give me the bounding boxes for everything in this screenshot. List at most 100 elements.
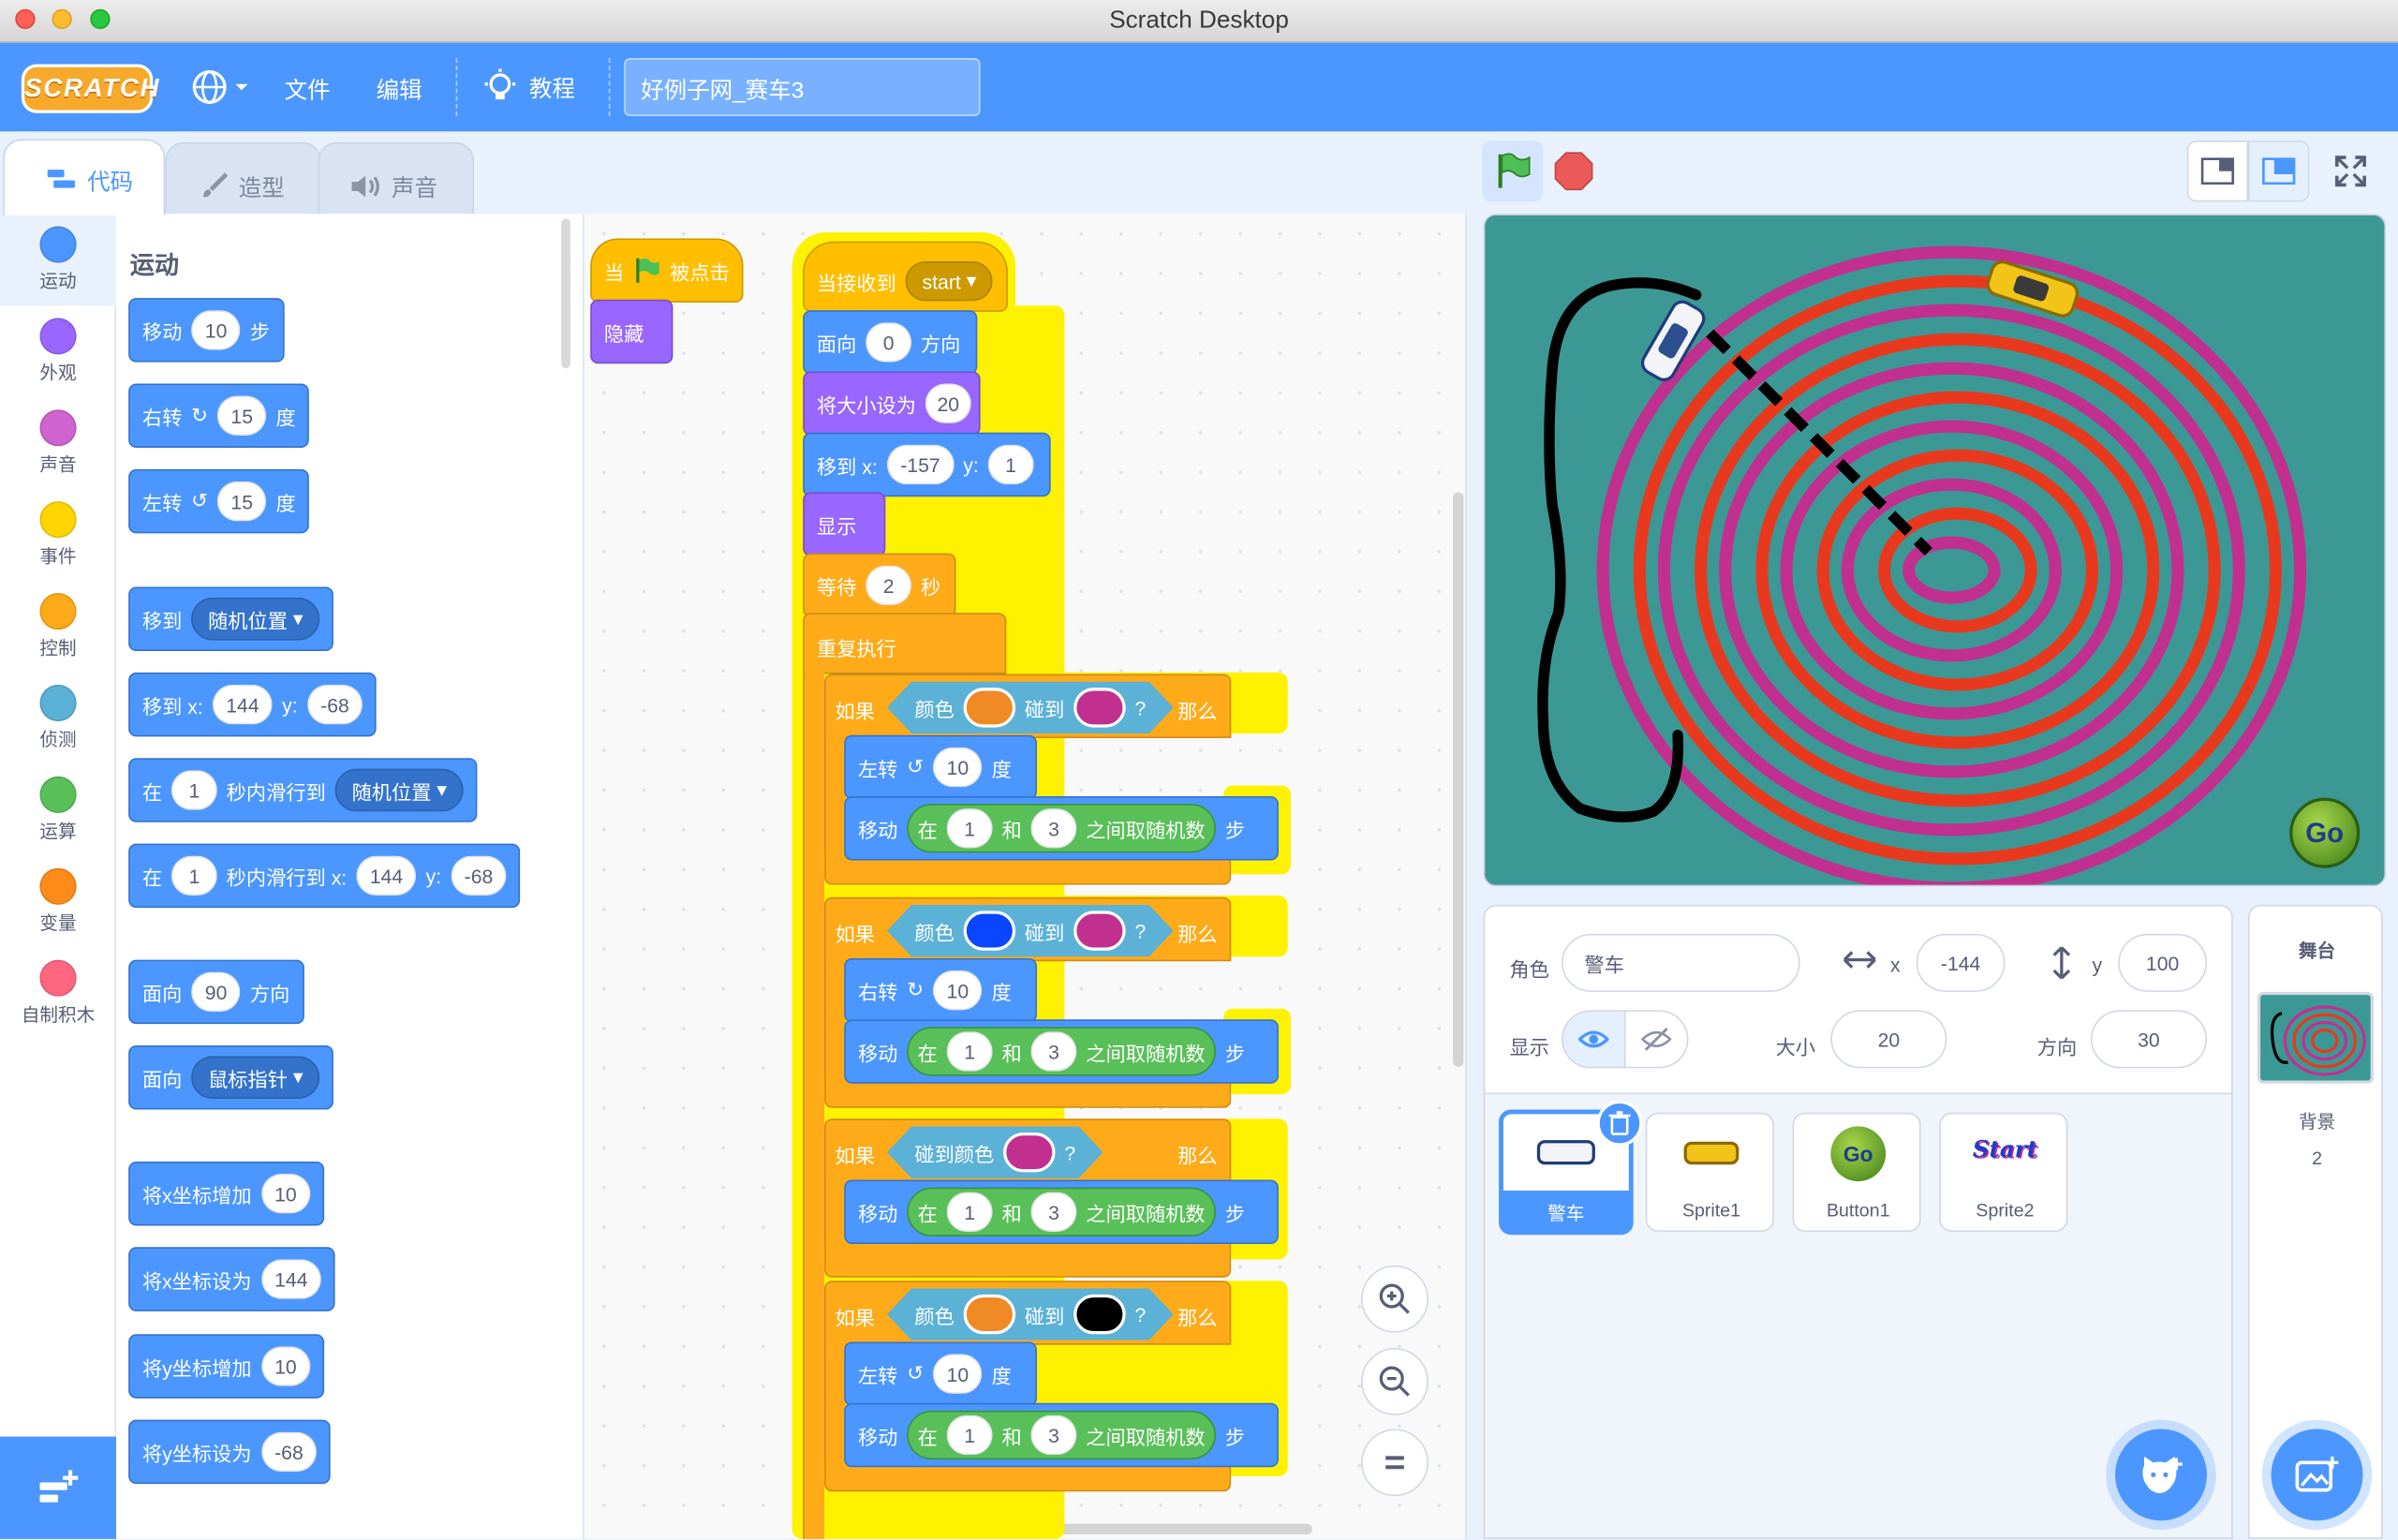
steps-input[interactable]: 10 bbox=[191, 310, 242, 350]
from-input[interactable]: 1 bbox=[946, 1414, 993, 1456]
green-flag-button[interactable] bbox=[1482, 141, 1544, 202]
language-menu[interactable] bbox=[189, 67, 254, 107]
tab-code[interactable]: 代码 bbox=[3, 139, 166, 216]
delete-sprite-button[interactable] bbox=[1596, 1100, 1643, 1147]
pick-random-operator[interactable]: 在 1 和 3 之间取随机数 bbox=[907, 1187, 1217, 1236]
project-title-input[interactable]: 好例子网_赛车3 bbox=[624, 57, 981, 116]
block-set-y[interactable]: 将y坐标设为 -68 bbox=[128, 1419, 332, 1485]
block-turn-left[interactable]: 左转 ↺ 10 度 bbox=[844, 734, 1037, 800]
x-input[interactable]: -144 bbox=[1916, 933, 2006, 992]
direction-input[interactable]: 0 bbox=[866, 322, 912, 363]
block-goto-target[interactable]: 移到 随机位置 ▾ bbox=[128, 586, 334, 652]
block-hide[interactable]: 隐藏 bbox=[590, 299, 674, 364]
to-input[interactable]: 3 bbox=[1030, 1414, 1077, 1456]
block-turn-right[interactable]: 右转 ↻ 15 度 bbox=[128, 383, 310, 449]
block-goto-xy[interactable]: 移到 x: 144 y: -68 bbox=[128, 672, 377, 737]
large-stage-button[interactable] bbox=[2248, 141, 2310, 202]
y-input[interactable]: 1 bbox=[987, 444, 1034, 485]
add-sprite-button[interactable] bbox=[2115, 1429, 2207, 1521]
block-change-y[interactable]: 将y坐标增加 10 bbox=[128, 1334, 325, 1399]
category-7[interactable]: 变量 bbox=[0, 867, 116, 936]
block-move-steps[interactable]: 移动在 1 和 3 之间取随机数步 bbox=[844, 1402, 1279, 1468]
block-turn-left[interactable]: 左转 ↺ 15 度 bbox=[128, 468, 310, 534]
value-input[interactable]: 10 bbox=[260, 1346, 311, 1386]
to-input[interactable]: 3 bbox=[1030, 1192, 1077, 1232]
color-swatch[interactable] bbox=[1073, 688, 1126, 727]
block-when-receive[interactable]: 当接收到 start ▾ bbox=[803, 241, 1008, 312]
edit-menu[interactable]: 编辑 bbox=[377, 73, 422, 105]
color-swatch[interactable] bbox=[964, 1295, 1016, 1334]
show-hidden-button[interactable] bbox=[1623, 1010, 1689, 1069]
message-dropdown[interactable]: start ▾ bbox=[905, 260, 994, 302]
value-input[interactable]: 144 bbox=[260, 1259, 322, 1299]
block-set-size[interactable]: 将大小设为 20 bbox=[803, 371, 981, 436]
sprite-card-sprite2[interactable]: Start Sprite2 bbox=[1939, 1112, 2068, 1232]
category-0[interactable]: 运动 bbox=[0, 226, 116, 293]
block-goto-xy[interactable]: 移到 x: -157 y: 1 bbox=[803, 432, 1051, 497]
x-input[interactable]: 144 bbox=[356, 855, 417, 896]
pick-random-operator[interactable]: 在 1 和 3 之间取随机数 bbox=[907, 1027, 1217, 1076]
tutorials-menu[interactable]: 教程 bbox=[483, 68, 590, 105]
to-input[interactable]: 3 bbox=[1030, 808, 1077, 849]
scratch-logo[interactable]: SCRATCH bbox=[21, 64, 159, 113]
add-backdrop-button[interactable] bbox=[2271, 1429, 2363, 1521]
size-input[interactable]: 20 bbox=[1830, 1010, 1947, 1069]
degrees-input[interactable]: 10 bbox=[932, 1354, 983, 1394]
color-touching-color-condition[interactable]: 颜色 碰到? bbox=[887, 682, 1174, 733]
degrees-input[interactable]: 10 bbox=[932, 970, 983, 1011]
color-touching-color-condition[interactable]: 颜色 碰到? bbox=[887, 1288, 1174, 1340]
block-when-flag-clicked[interactable]: 当 被点击 bbox=[590, 238, 744, 304]
block-move-steps[interactable]: 移动 10 步 bbox=[128, 298, 284, 363]
pick-random-operator[interactable]: 在 1 和 3 之间取随机数 bbox=[907, 804, 1217, 853]
towards-dropdown[interactable]: 鼠标指针 ▾ bbox=[191, 1056, 320, 1100]
block-point-towards[interactable]: 面向 鼠标指针 ▾ bbox=[128, 1044, 334, 1110]
color-swatch[interactable] bbox=[964, 688, 1016, 727]
file-menu[interactable]: 文件 bbox=[285, 73, 331, 105]
y-input[interactable]: -68 bbox=[306, 684, 363, 725]
block-glide-target[interactable]: 在 1 秒内滑行到 随机位置 ▾ bbox=[128, 758, 478, 822]
category-5[interactable]: 侦测 bbox=[0, 684, 116, 752]
degrees-input[interactable]: 15 bbox=[216, 481, 267, 522]
add-extension-button[interactable] bbox=[0, 1436, 117, 1539]
go-button-sprite[interactable]: Go bbox=[2289, 797, 2361, 868]
palette-scrollbar[interactable] bbox=[561, 218, 570, 369]
sprite-card-sprite1[interactable]: Sprite1 bbox=[1645, 1112, 1774, 1232]
sprite-name-input[interactable]: 警车 bbox=[1561, 933, 1800, 992]
y-input[interactable]: 100 bbox=[2118, 933, 2207, 992]
degrees-input[interactable]: 10 bbox=[932, 747, 983, 788]
category-6[interactable]: 运算 bbox=[0, 776, 116, 844]
x-input[interactable]: -157 bbox=[886, 444, 955, 485]
tab-sounds[interactable]: 声音 bbox=[318, 141, 475, 215]
block-turn-right[interactable]: 右转 ↻ 10 度 bbox=[844, 957, 1037, 1023]
to-input[interactable]: 3 bbox=[1030, 1031, 1077, 1072]
category-4[interactable]: 控制 bbox=[0, 593, 116, 660]
stop-button[interactable] bbox=[1543, 141, 1604, 201]
x-input[interactable]: 144 bbox=[212, 684, 274, 725]
category-3[interactable]: 事件 bbox=[0, 501, 116, 569]
direction-input[interactable]: 30 bbox=[2090, 1010, 2207, 1069]
pick-random-operator[interactable]: 在 1 和 3 之间取随机数 bbox=[907, 1410, 1217, 1460]
glide-target-dropdown[interactable]: 随机位置 ▾ bbox=[334, 768, 465, 812]
if-block[interactable]: 如果 颜色 碰到? 那么 右转 ↻ 10 度移动在 1 和 3 之间取随机数步 bbox=[824, 896, 1279, 1108]
block-forever[interactable]: 重复执行 bbox=[803, 613, 1007, 674]
block-wait[interactable]: 等待 2 秒 bbox=[803, 553, 956, 618]
sprite-card-button1[interactable]: Go Button1 bbox=[1792, 1112, 1921, 1232]
from-input[interactable]: 1 bbox=[946, 808, 993, 849]
small-stage-button[interactable] bbox=[2186, 141, 2249, 202]
direction-input[interactable]: 90 bbox=[191, 971, 242, 1013]
value-input[interactable]: -68 bbox=[260, 1431, 318, 1473]
block-move-steps[interactable]: 移动在 1 和 3 之间取随机数步 bbox=[844, 796, 1279, 861]
stage-canvas[interactable]: Go bbox=[1483, 214, 2387, 887]
degrees-input[interactable]: 15 bbox=[216, 395, 267, 436]
tab-costumes[interactable]: 造型 bbox=[165, 141, 321, 215]
from-input[interactable]: 1 bbox=[946, 1031, 993, 1072]
color-swatch[interactable] bbox=[1073, 911, 1126, 950]
script-area-vertical-scrollbar[interactable] bbox=[1453, 492, 1464, 1067]
color-swatch[interactable] bbox=[964, 911, 1016, 950]
seconds-input[interactable]: 1 bbox=[170, 770, 217, 810]
touching-color-condition[interactable]: 碰到颜色? bbox=[887, 1126, 1103, 1177]
category-2[interactable]: 声音 bbox=[0, 409, 116, 477]
category-8[interactable]: 自制积木 bbox=[0, 959, 116, 1028]
block-change-x[interactable]: 将x坐标增加 10 bbox=[128, 1161, 325, 1226]
block-point-direction[interactable]: 面向 0 方向 bbox=[803, 310, 978, 375]
